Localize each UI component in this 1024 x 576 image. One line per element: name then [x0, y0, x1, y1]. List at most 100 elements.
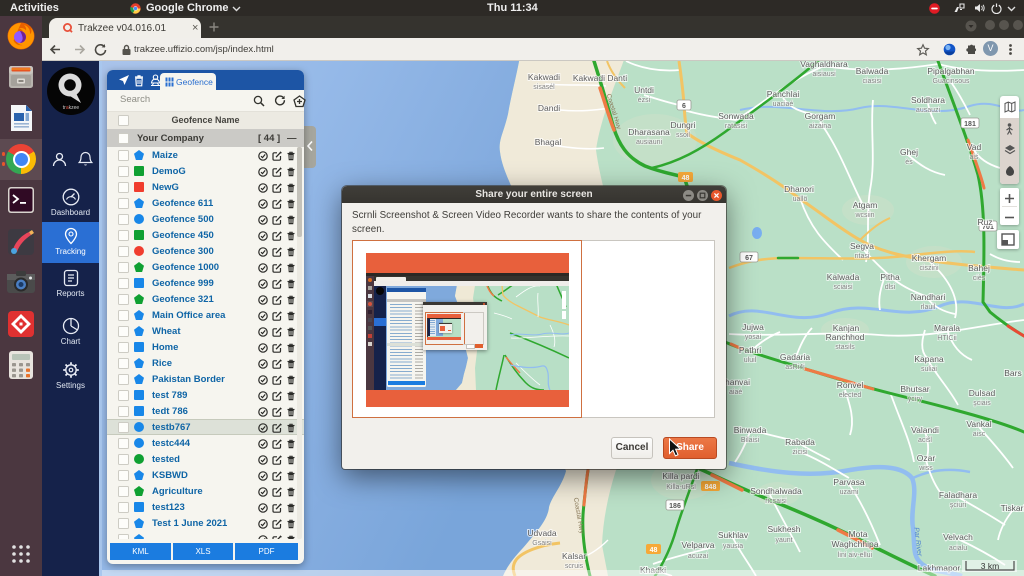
svg-text:Pitha: Pitha [880, 272, 900, 282]
svg-text:Guacinsous: Guacinsous [933, 78, 970, 85]
svg-text:wiss: wiss [918, 465, 933, 472]
svg-text:zicisi: zicisi [792, 449, 808, 456]
svg-text:Killa-uRsl: Killa-uRsl [666, 484, 696, 491]
svg-text:acuzai: acuzai [688, 553, 709, 560]
svg-text:Bilaisi: Bilaisi [741, 437, 760, 444]
svg-text:Ghej: Ghej [900, 147, 918, 157]
svg-text:Pathri: Pathri [739, 345, 761, 355]
svg-text:Velparva: Velparva [681, 540, 714, 550]
svg-text:sciaisi: sciaisi [833, 284, 853, 291]
svg-text:48: 48 [650, 547, 658, 554]
svg-text:Dharasana: Dharasana [628, 127, 670, 137]
svg-text:uaciaé: uaciaé [773, 101, 794, 108]
svg-text:Kalwada: Kalwada [827, 272, 860, 282]
svg-text:lini aiv-ellui: lini aiv-ellui [838, 552, 873, 559]
svg-text:Soldhara: Soldhara [911, 95, 945, 105]
svg-text:3 km: 3 km [981, 561, 999, 571]
svg-text:Ozar: Ozar [917, 453, 936, 463]
svg-text:uluil: uluil [744, 357, 757, 364]
svg-text:48: 48 [682, 175, 690, 182]
svg-text:Rabada: Rabada [785, 437, 815, 447]
svg-text:suliai: suliai [921, 366, 937, 373]
svg-text:ézsi: ézsi [638, 97, 651, 104]
svg-text:ricsaisi: ricsaisi [765, 498, 787, 505]
svg-text:Balwada: Balwada [856, 66, 889, 76]
svg-text:Sukhesh: Sukhesh [767, 524, 800, 534]
svg-text:Ranchhod: Ranchhod [826, 332, 865, 342]
svg-text:Kapana: Kapana [914, 354, 944, 364]
svg-text:181: 181 [964, 121, 976, 128]
svg-text:Vad: Vad [967, 142, 982, 152]
svg-text:aciŝl: aciŝl [918, 437, 932, 444]
svg-text:yosai: yosai [745, 334, 762, 341]
svg-text:scruis: scruis [565, 563, 584, 570]
svg-text:asRi4i: asRi4i [785, 364, 805, 371]
svg-text:Jujwa: Jujwa [742, 322, 764, 332]
svg-text:uallö: uallö [793, 196, 808, 203]
svg-text:aisc: aisc [973, 431, 986, 438]
svg-text:Bhagal: Bhagal [535, 137, 562, 147]
svg-text:Bhutsar: Bhutsar [900, 384, 929, 394]
svg-text:Kakwadi Danti: Kakwadi Danti [573, 73, 627, 83]
svg-text:sisasél: sisasél [533, 84, 555, 91]
svg-text:aiaè: aiaè [729, 389, 742, 396]
svg-text:Dandi: Dandi [538, 103, 560, 113]
svg-text:şciais: şciais [973, 400, 991, 407]
svg-text:ès: ès [905, 159, 913, 166]
svg-text:6: 6 [682, 103, 686, 110]
svg-text:stasils: stasils [835, 344, 855, 351]
svg-text:dlsi: dlsi [885, 284, 896, 291]
svg-text:848: 848 [705, 484, 717, 491]
svg-text:acialu: acialu [949, 545, 967, 552]
svg-text:Segva: Segva [850, 241, 874, 251]
svg-text:ssoil: ssoil [676, 132, 690, 139]
svg-text:rlauil: rlauil [921, 304, 936, 311]
svg-text:Sondhalwada: Sondhalwada [750, 486, 802, 496]
svg-text:ciasisi: ciasisi [862, 78, 882, 85]
svg-text:Kalsar: Kalsar [562, 551, 586, 561]
svg-text:wcsiin: wcsiin [854, 212, 874, 219]
svg-text:aiś: aiś [970, 154, 979, 161]
svg-text:elected: elected [839, 392, 862, 399]
svg-text:ausiauni: ausiauni [636, 139, 663, 146]
svg-text:Bahej: Bahej [968, 263, 990, 273]
svg-text:Dhanori: Dhanori [784, 184, 814, 194]
svg-text:Sonwada: Sonwada [718, 111, 754, 121]
svg-text:uzami: uzami [840, 489, 859, 496]
svg-text:Atgam: Atgam [853, 200, 878, 210]
svg-text:Killa pardi: Killa pardi [662, 471, 699, 481]
svg-text:186: 186 [669, 503, 681, 510]
svg-text:ciszini: ciszini [919, 265, 939, 272]
svg-text:Gorgam: Gorgam [805, 111, 836, 121]
svg-text:Sukhlav: Sukhlav [718, 530, 749, 540]
svg-text:Velvach: Velvach [943, 532, 973, 542]
svg-text:Panchlai: Panchlai [767, 89, 800, 99]
svg-text:Ronvel: Ronvel [837, 380, 864, 390]
svg-text:Gsaisi: Gsaisi [532, 540, 552, 547]
svg-text:Marala: Marala [934, 323, 960, 333]
svg-text:aisiausi: aisiausi [812, 71, 836, 78]
svg-text:Bars: Bars [1004, 368, 1021, 378]
svg-text:ritasi: ritasi [855, 253, 870, 260]
svg-text:Dungri: Dungri [670, 120, 695, 130]
svg-text:ciès: ciès [973, 275, 986, 282]
svg-text:trakzee: trakzee [63, 105, 80, 111]
svg-text:Gadaria: Gadaria [780, 352, 811, 362]
svg-text:şciuri: şciuri [950, 502, 967, 509]
svg-text:Untdi: Untdi [634, 85, 654, 95]
svg-text:Parvasa: Parvasa [833, 477, 864, 487]
svg-text:hanvai: hanvai [725, 377, 750, 387]
svg-text:aizaina: aizaina [809, 123, 831, 130]
svg-text:Vankal: Vankal [966, 419, 991, 429]
svg-text:Kakwadi: Kakwadi [528, 72, 560, 82]
svg-text:Binwada: Binwada [734, 425, 767, 435]
svg-text:Valandi: Valandi [911, 425, 939, 435]
svg-text:Mota: Mota [849, 529, 868, 539]
svg-text:ratasisi: ratasisi [725, 123, 748, 130]
svg-text:67: 67 [745, 255, 753, 262]
svg-text:yausia: yausia [723, 543, 743, 550]
svg-text:Khergam: Khergam [912, 253, 947, 263]
svg-text:Ruz: Ruz [977, 217, 992, 227]
svg-text:ausauzi: ausauzi [916, 107, 941, 114]
svg-text:Dulsad: Dulsad [969, 388, 996, 398]
